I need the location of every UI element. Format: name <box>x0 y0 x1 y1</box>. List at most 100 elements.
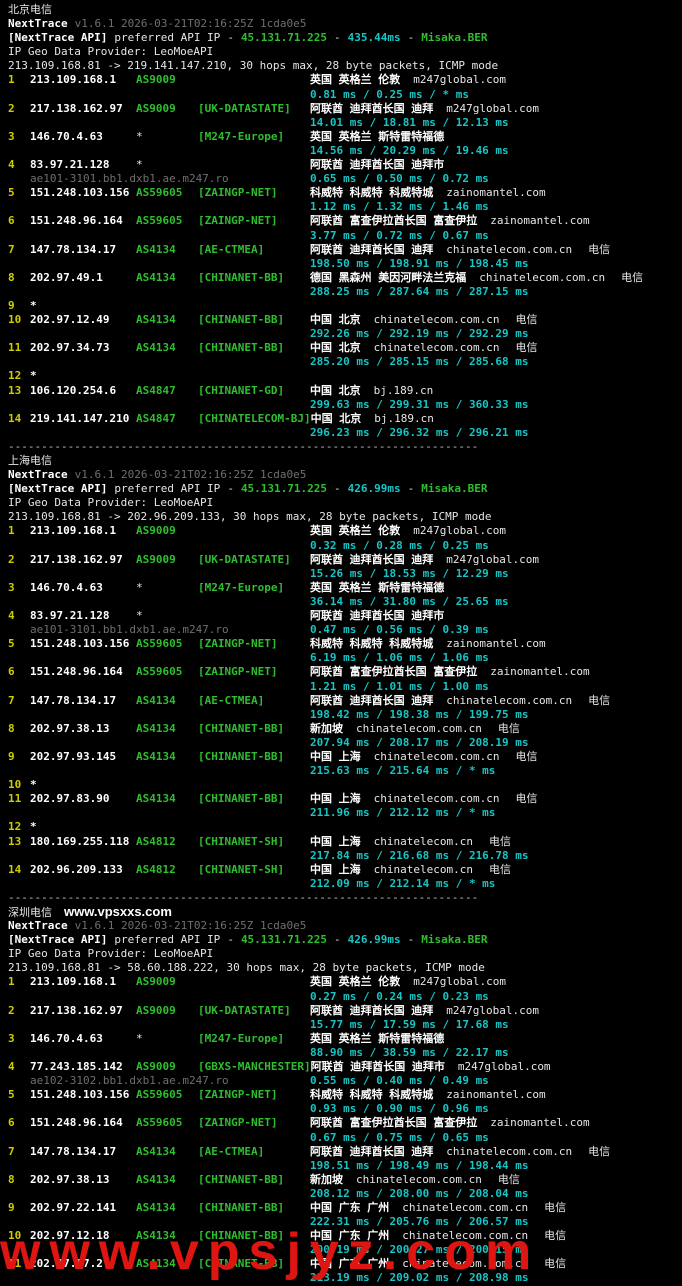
hop-number: 3 <box>8 1032 30 1046</box>
hop-latency: 15.77 ms / 17.59 ms / 17.68 ms <box>310 1018 509 1031</box>
hop-number: 1 <box>8 73 30 87</box>
api-dash: - <box>227 482 234 495</box>
section-title: 北京电信 <box>8 3 52 16</box>
hop-latency: 215.63 ms / 215.64 ms / * ms <box>310 764 495 777</box>
hop-network-tag: [ZAINGP-NET] <box>198 1116 310 1130</box>
hop-network-tag: [CHINATELECOM-BJ] <box>198 412 311 426</box>
hop-network-tag: [GBXS-MANCHESTER] <box>198 1060 311 1074</box>
hop-network-tag: [ZAINGP-NET] <box>198 1088 310 1102</box>
hop-asn: AS4134 <box>136 271 198 285</box>
hop-ip: 213.109.168.1 <box>30 975 136 989</box>
hop-ip: 151.248.96.164 <box>30 665 136 679</box>
hop-number: 13 <box>8 384 30 398</box>
hop-asn: AS4812 <box>136 863 198 877</box>
hop-row: 477.243.185.142AS9009[GBXS-MANCHESTER]阿联… <box>8 1060 682 1074</box>
hop-latency: 208.12 ms / 208.00 ms / 208.04 ms <box>310 1187 529 1200</box>
hop-row: 10202.97.12.49AS4134[CHINANET-BB]中国 北京ch… <box>8 313 682 327</box>
hop-latency: 212.09 ms / 212.14 ms / * ms <box>310 877 495 890</box>
hop-ip: 213.109.168.1 <box>30 524 136 538</box>
hop-network-tag: [M247-Europe] <box>198 581 310 595</box>
hop-carrier: 电信 <box>515 750 537 763</box>
hop-latency-row: 207.94 ms / 208.17 ms / 208.19 ms <box>8 736 682 750</box>
hop-geo: 阿联酋 富查伊拉酋长国 富查伊拉 <box>310 1116 477 1129</box>
hop-number: 7 <box>8 1145 30 1159</box>
hop-geo: 阿联酋 迪拜酋长国 迪拜市 <box>311 1060 445 1073</box>
hop-geo: 英国 英格兰 伦敦 <box>310 975 400 988</box>
hop-carrier: 电信 <box>621 271 643 284</box>
hop-row: 5151.248.103.156AS59605[ZAINGP-NET]科威特 科… <box>8 1088 682 1102</box>
geo-provider: IP Geo Data Provider: LeoMoeAPI <box>8 496 213 509</box>
hop-latency: 288.25 ms / 287.64 ms / 287.15 ms <box>310 285 529 298</box>
hop-geo: 新加坡 <box>310 1173 343 1186</box>
hop-hostname: chinatelecom.com.cn <box>374 341 500 354</box>
hop-ip: 147.78.134.17 <box>30 694 136 708</box>
hop-latency-row: 36.14 ms / 31.80 ms / 25.65 ms <box>8 595 682 609</box>
api-dash: - <box>408 933 415 946</box>
api-dash: - <box>408 482 415 495</box>
hop-number: 2 <box>8 553 30 567</box>
hop-asn: AS4134 <box>136 792 198 806</box>
hop-number: 4 <box>8 609 30 623</box>
hop-row: 1213.109.168.1AS9009英国 英格兰 伦敦m247global.… <box>8 975 682 989</box>
hop-carrier: 电信 <box>588 694 610 707</box>
hop-latency-row: 198.42 ms / 198.38 ms / 199.75 ms <box>8 708 682 722</box>
hop-row: 7147.78.134.17AS4134[AE-CTMEA]阿联酋 迪拜酋长国 … <box>8 243 682 257</box>
hop-ip: 202.97.12.49 <box>30 313 136 327</box>
hop-asn: AS9009 <box>136 553 198 567</box>
hop-ip: 146.70.4.63 <box>30 581 136 595</box>
hop-geo: 阿联酋 迪拜酋长国 迪拜 <box>310 1004 433 1017</box>
api-label: [NextTrace API] <box>8 482 107 495</box>
hop-ip: 217.138.162.97 <box>30 1004 136 1018</box>
hop-ip: 146.70.4.63 <box>30 130 136 144</box>
hop-latency: 88.90 ms / 38.59 ms / 22.17 ms <box>310 1046 509 1059</box>
hop-latency: 217.84 ms / 216.68 ms / 216.78 ms <box>310 849 529 862</box>
hop-hostname: m247global.com <box>413 524 506 537</box>
hop-row: 3146.70.4.63*[M247-Europe]英国 英格兰 斯特雷特福德 <box>8 581 682 595</box>
api-node: Misaka.BER <box>421 933 487 946</box>
hop-asn: * <box>136 158 198 172</box>
hop-latency: 285.20 ms / 285.15 ms / 285.68 ms <box>310 355 529 368</box>
section-title-line: 上海电信 <box>8 454 682 468</box>
hop-latency-row: 285.20 ms / 285.15 ms / 285.68 ms <box>8 355 682 369</box>
hop-ip: 202.97.49.1 <box>30 271 136 285</box>
route-line: 213.109.168.81 -> 58.60.188.222, 30 hops… <box>8 961 682 975</box>
hop-number: 12 <box>8 369 30 383</box>
watermark-text: www.vpsjyz.com <box>0 1222 540 1282</box>
hop-row: 8202.97.49.1AS4134[CHINANET-BB]德国 黑森州 美因… <box>8 271 682 285</box>
hop-latency-row: 14.01 ms / 18.81 ms / 12.13 ms <box>8 116 682 130</box>
version-line: NextTracev1.6.1 2026-03-21T02:16:25Z 1cd… <box>8 17 682 31</box>
hop-ip: 83.97.21.128 <box>30 609 136 623</box>
hop-latency: 211.96 ms / 212.12 ms / * ms <box>310 806 495 819</box>
hop-latency-row: 299.63 ms / 299.31 ms / 360.33 ms <box>8 398 682 412</box>
hop-latency-row: 208.12 ms / 208.00 ms / 208.04 ms <box>8 1187 682 1201</box>
hop-number: 5 <box>8 637 30 651</box>
hop-latency: 14.56 ms / 20.29 ms / 19.46 ms <box>310 144 509 157</box>
hop-hostname: chinatelecom.com.cn <box>356 1173 482 1186</box>
hop-row: 1213.109.168.1AS9009英国 英格兰 伦敦m247global.… <box>8 524 682 538</box>
hop-network-tag: [AE-CTMEA] <box>198 243 310 257</box>
hop-number: 7 <box>8 694 30 708</box>
hop-ip: 217.138.162.97 <box>30 553 136 567</box>
hop-number: 13 <box>8 835 30 849</box>
hop-row: 7147.78.134.17AS4134[AE-CTMEA]阿联酋 迪拜酋长国 … <box>8 694 682 708</box>
api-node: Misaka.BER <box>421 31 487 44</box>
hop-network-tag: [ZAINGP-NET] <box>198 637 310 651</box>
hop-network-tag: [M247-Europe] <box>198 130 310 144</box>
app-name: NextTrace <box>8 468 68 481</box>
hop-row: 14202.96.209.133AS4812[CHINANET-SH]中国 上海… <box>8 863 682 877</box>
hop-number: 6 <box>8 1116 30 1130</box>
hop-row: 6151.248.96.164AS59605[ZAINGP-NET]阿联酋 富查… <box>8 214 682 228</box>
hop-hostname: m247global.com <box>446 1004 539 1017</box>
api-prefix: preferred API IP <box>114 31 220 44</box>
api-line: [NextTrace API]preferred API IP-45.131.7… <box>8 933 682 947</box>
hop-latency: 15.26 ms / 18.53 ms / 12.29 ms <box>310 567 509 580</box>
hop-asn: AS4847 <box>136 412 198 426</box>
api-label: [NextTrace API] <box>8 31 107 44</box>
hop-latency-row: ae101-3101.bb1.dxb1.ae.m247.ro0.65 ms / … <box>8 172 682 186</box>
section-title-watermark: www.vpsxxs.com <box>64 904 172 919</box>
geo-provider: IP Geo Data Provider: LeoMoeAPI <box>8 947 213 960</box>
hop-carrier: 电信 <box>515 313 537 326</box>
hop-carrier: 电信 <box>498 1173 520 1186</box>
hop-number: 11 <box>8 341 30 355</box>
hop-carrier: 电信 <box>515 792 537 805</box>
